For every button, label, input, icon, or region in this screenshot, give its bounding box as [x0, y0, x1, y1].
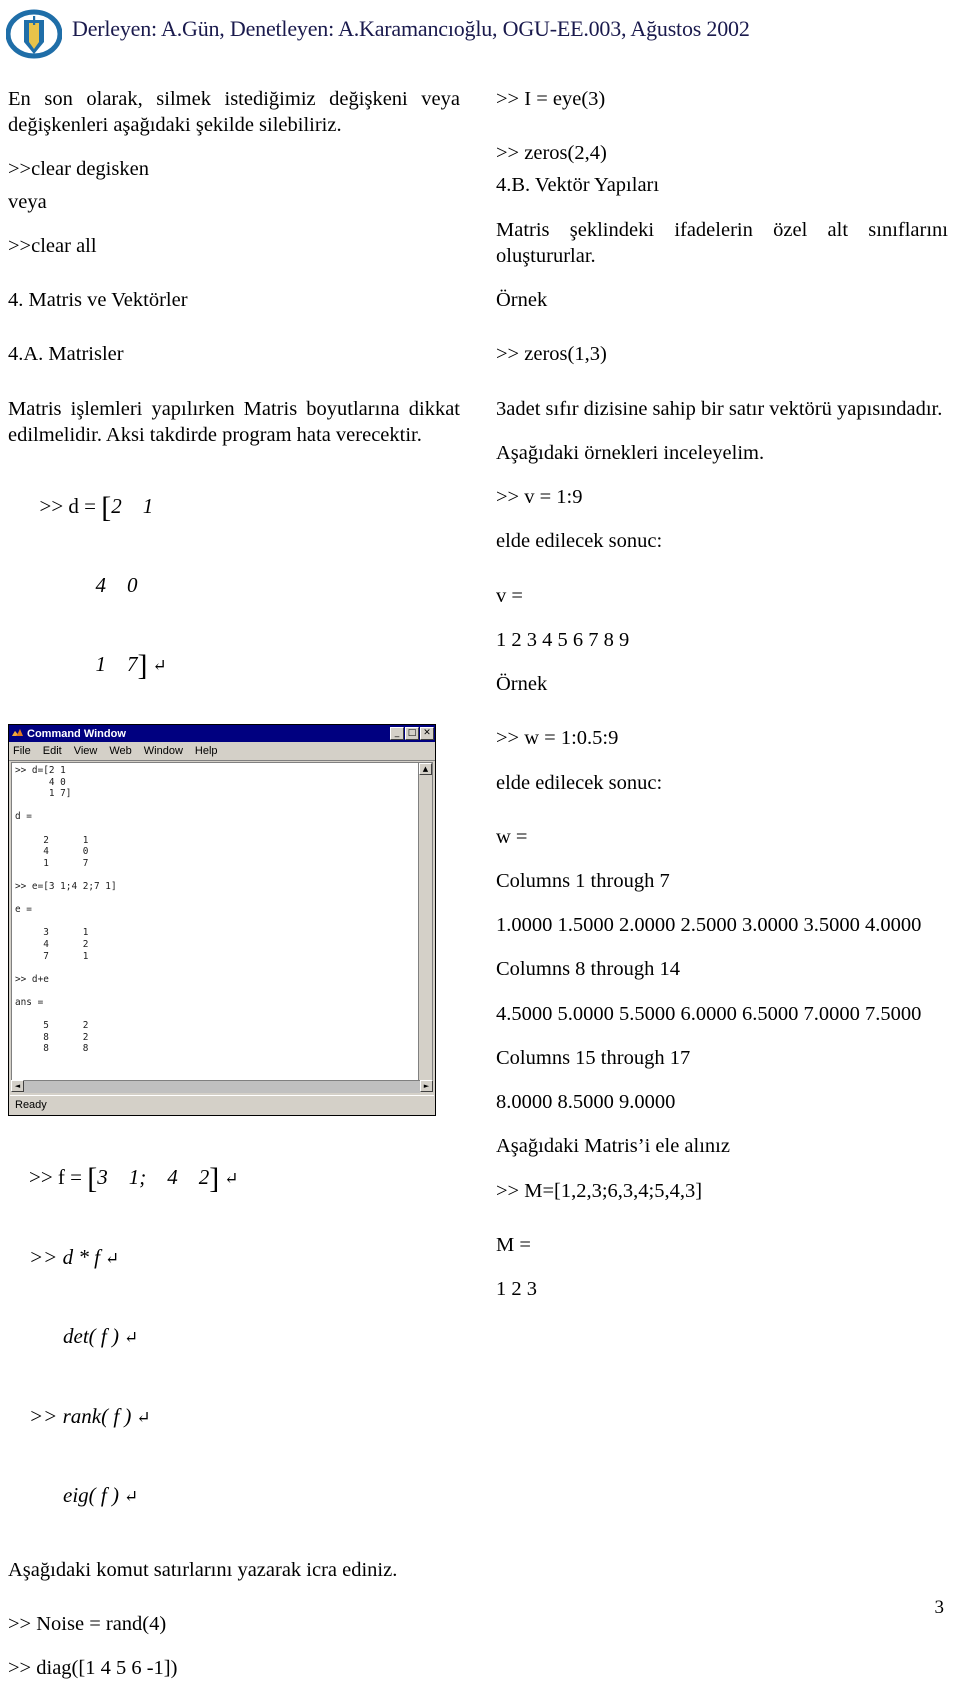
- cmd-rank-text: >> rank( f ): [29, 1403, 132, 1428]
- cmd-eig: eig( f ) ↵: [8, 1455, 460, 1534]
- scroll-left-icon[interactable]: ◄: [11, 1080, 24, 1092]
- page-title: Derleyen: A.Gün, Denetleyen: A.Karamancı…: [72, 16, 750, 41]
- w-result-label: w =: [496, 825, 528, 848]
- cmd-det-text: det( f ): [63, 1324, 119, 1349]
- v-result-label: v =: [496, 584, 523, 607]
- intro-paragraph: En son olarak, silmek istediğimiz değişk…: [8, 88, 460, 137]
- matrix-d-expression: >> d = [2 1 4 0 1 7] ↵: [8, 466, 460, 704]
- matris-ele-aliniz-paragraph: Aşağıdaki Matris’i ele alınız: [496, 1135, 730, 1158]
- veya-label: veya: [8, 190, 47, 213]
- matlab-titlebar: Command Window _ □ ✕: [9, 725, 435, 742]
- cmd-det: det( f ) ↵: [8, 1297, 460, 1376]
- scroll-up-icon[interactable]: ▲: [419, 763, 432, 775]
- matris-alt-siniflari-paragraph: Matris şeklindeki ifadelerin özel alt sı…: [496, 218, 948, 267]
- columns-1-through-7: Columns 1 through 7: [496, 869, 670, 892]
- menu-view[interactable]: View: [74, 745, 98, 757]
- matrix-d-line2: 4 0: [8, 545, 460, 624]
- pen-in-oval-logo: [6, 9, 62, 59]
- matlab-console-area: >> d=[2 1 4 0 1 7] d = 2 1 4 0 1 7 >> e=…: [11, 762, 433, 1093]
- cmd-d-times-f-text: >> d * f: [29, 1244, 100, 1269]
- right-column: >> I = eye(3) >> zeros(2,4) 4.B. Vektör …: [496, 86, 948, 1308]
- ornek-label-1: Örnek: [496, 289, 548, 312]
- page-number: 3: [934, 1597, 945, 1618]
- matrix-f-content: 3 1; 4 2: [97, 1165, 210, 1190]
- menu-help[interactable]: Help: [195, 745, 218, 757]
- cmd-v-range: >> v = 1:9: [496, 486, 583, 509]
- cmd-eig-text: eig( f ): [63, 1482, 119, 1507]
- menu-file[interactable]: File: [13, 745, 31, 757]
- matlab-console-text: >> d=[2 1 4 0 1 7] d = 2 1 4 0 1 7 >> e=…: [15, 765, 117, 1055]
- elde-edilecek-sonuc-2: elde edilecek sonuc:: [496, 771, 663, 794]
- matrix-f-bracket-close: ]: [209, 1162, 220, 1196]
- M-result-row1: 1 2 3: [496, 1278, 537, 1301]
- matrix-f-prefix: >> f =: [29, 1165, 88, 1190]
- heading-matrisler: 4.A. Matrisler: [8, 343, 124, 366]
- matrix-d-row2: 4 0: [95, 572, 138, 597]
- matrix-d-prefix: >> d =: [39, 493, 102, 518]
- matlab-menubar: File Edit View Web Window Help: [9, 742, 435, 761]
- columns-8-through-14: Columns 8 through 14: [496, 958, 680, 981]
- adet-sifir-paragraph: 3adet sıfır dizisine sahip bir satır vek…: [496, 397, 943, 420]
- columns-15-through-17: Columns 15 through 17: [496, 1046, 691, 1069]
- hscroll-track[interactable]: [24, 1080, 420, 1093]
- menu-web[interactable]: Web: [109, 745, 131, 757]
- menu-edit[interactable]: Edit: [43, 745, 62, 757]
- matris-islemleri-paragraph: Matris işlemleri yapılırken Matris boyut…: [8, 397, 460, 446]
- matrix-f-bracket-open: [: [87, 1162, 98, 1196]
- page-header: Derleyen: A.Gün, Denetleyen: A.Karamancı…: [0, 0, 960, 68]
- cmd-clear-all: >>clear all: [8, 234, 97, 257]
- cmd-eye: >> I = eye(3): [496, 88, 606, 110]
- cmd-d-times-f: >> d * f ↵: [8, 1217, 460, 1296]
- w-values-block-2: 4.5000 5.0000 5.5000 6.0000 6.5000 7.000…: [496, 1002, 922, 1025]
- cmd-zeros-1-3: >> zeros(1,3): [496, 343, 607, 366]
- cmd-M-matrix: >> M=[1,2,3;6,3,4;5,4,3]: [496, 1179, 703, 1202]
- w-values-block-1: 1.0000 1.5000 2.0000 2.5000 3.0000 3.500…: [496, 914, 922, 937]
- minimize-button[interactable]: _: [390, 727, 404, 740]
- return-glyph-icon: ↵: [123, 1328, 139, 1348]
- matrix-d-line3: 1 7] ↵: [8, 625, 460, 704]
- M-result-label: M =: [496, 1233, 531, 1256]
- cmd-zeros-2-4: >> zeros(2,4): [496, 142, 607, 165]
- matlab-membrane-icon: [12, 729, 23, 736]
- left-column-lower: >> f = [3 1; 4 2] ↵ >> d * f ↵ det( f ) ↵ >…: [8, 1138, 460, 1688]
- cmd-rank: >> rank( f ) ↵: [8, 1376, 460, 1455]
- return-glyph-icon: ↵: [136, 1407, 151, 1427]
- cmd-w-range: >> w = 1:0.5:9: [496, 727, 619, 750]
- matlab-command-window-screenshot: Command Window _ □ ✕ File Edit View Web …: [8, 724, 436, 1116]
- heading-vektor-yapilari: 4.B. Vektör Yapıları: [496, 174, 660, 197]
- matrix-d-line1: >> d = [2 1: [8, 466, 460, 545]
- elde-edilecek-sonuc-1: elde edilecek sonuc:: [496, 530, 663, 553]
- return-glyph-icon: ↵: [123, 1486, 139, 1506]
- menu-window[interactable]: Window: [144, 745, 183, 757]
- matrix-f-expression: >> f = [3 1; 4 2] ↵: [8, 1138, 460, 1217]
- ornek-label-2: Örnek: [496, 673, 548, 696]
- scroll-right-icon[interactable]: ►: [420, 1080, 433, 1092]
- matrix-d-row1: 2 1: [111, 493, 154, 518]
- close-button[interactable]: ✕: [420, 727, 434, 740]
- return-glyph-icon: ↵: [224, 1169, 239, 1189]
- vertical-scrollbar[interactable]: ▲ ▼: [418, 763, 432, 1092]
- komut-satirlari-paragraph: Aşağıdaki komut satırlarını yazarak icra…: [8, 1558, 398, 1581]
- maximize-button[interactable]: □: [405, 727, 419, 740]
- v-result-values: 1 2 3 4 5 6 7 8 9: [496, 628, 630, 651]
- return-glyph-icon: ↵: [152, 656, 167, 676]
- cmd-noise-rand: >> Noise = rand(4): [8, 1613, 167, 1636]
- asagidaki-ornekleri-paragraph: Aşağıdaki örnekleri inceleyelim.: [496, 441, 765, 464]
- w-values-block-3: 8.0000 8.5000 9.0000: [496, 1091, 676, 1114]
- matrix-d-row3: 1 7: [95, 652, 138, 677]
- matlab-status-bar: Ready: [10, 1095, 434, 1114]
- matrix-d-bracket-close: ]: [137, 649, 148, 683]
- heading-matris-ve-vektorler: 4. Matris ve Vektörler: [8, 289, 188, 312]
- return-glyph-icon: ↵: [104, 1248, 120, 1268]
- cmd-clear-degisken: >>clear degisken: [8, 158, 149, 181]
- matlab-window-title: Command Window: [27, 727, 126, 740]
- cmd-diag: >> diag([1 4 5 6 -1]): [8, 1657, 178, 1680]
- matrix-d-bracket-open: [: [101, 490, 112, 524]
- horizontal-scrollbar[interactable]: ◄ ►: [11, 1080, 433, 1093]
